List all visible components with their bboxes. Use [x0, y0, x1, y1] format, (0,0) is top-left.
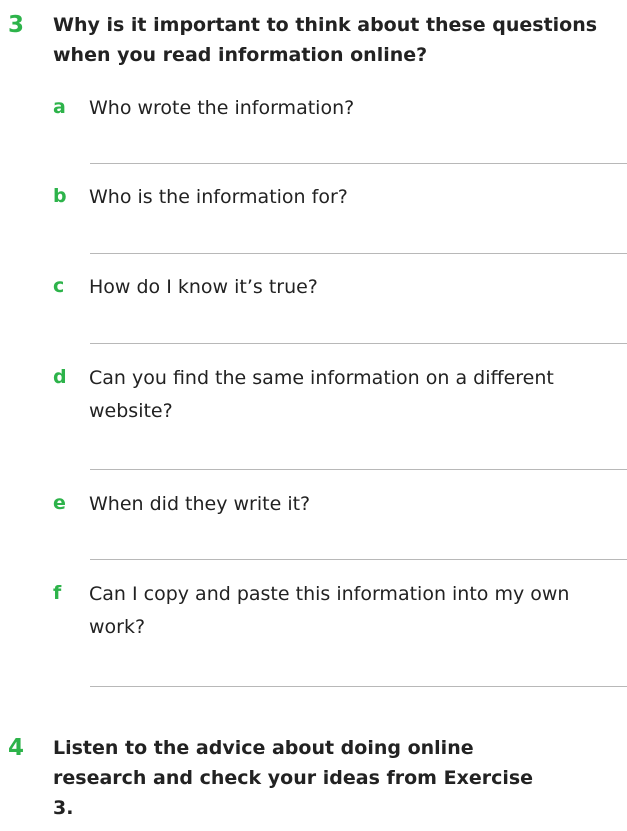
answer-line-e[interactable]: [90, 559, 627, 560]
question-letter: c: [53, 275, 65, 297]
question-text: How do I know it’s true?: [89, 276, 318, 298]
question-letter: b: [53, 185, 67, 207]
exercise-prompt: Listen to the advice about doing online …: [53, 737, 534, 819]
question-text: Can you find the same information on a d…: [89, 367, 554, 422]
exercise-number: 4: [8, 735, 25, 761]
exercise-number: 3: [8, 12, 25, 38]
exercise-prompt: Why is it important to think about these…: [53, 14, 598, 66]
answer-line-c[interactable]: [90, 343, 627, 344]
question-text: Who is the information for?: [89, 186, 348, 208]
question-letter: a: [53, 96, 66, 118]
question-letter: f: [53, 582, 62, 604]
question-text: When did they write it?: [89, 493, 311, 515]
question-letter: e: [53, 492, 66, 514]
answer-line-b[interactable]: [90, 253, 627, 254]
question-letter: d: [53, 366, 67, 388]
answer-line-f[interactable]: [90, 686, 627, 687]
answer-line-a[interactable]: [90, 163, 627, 164]
question-text: Can I copy and paste this information in…: [89, 583, 570, 638]
answer-line-d[interactable]: [90, 469, 627, 470]
question-text: Who wrote the information?: [89, 97, 355, 119]
